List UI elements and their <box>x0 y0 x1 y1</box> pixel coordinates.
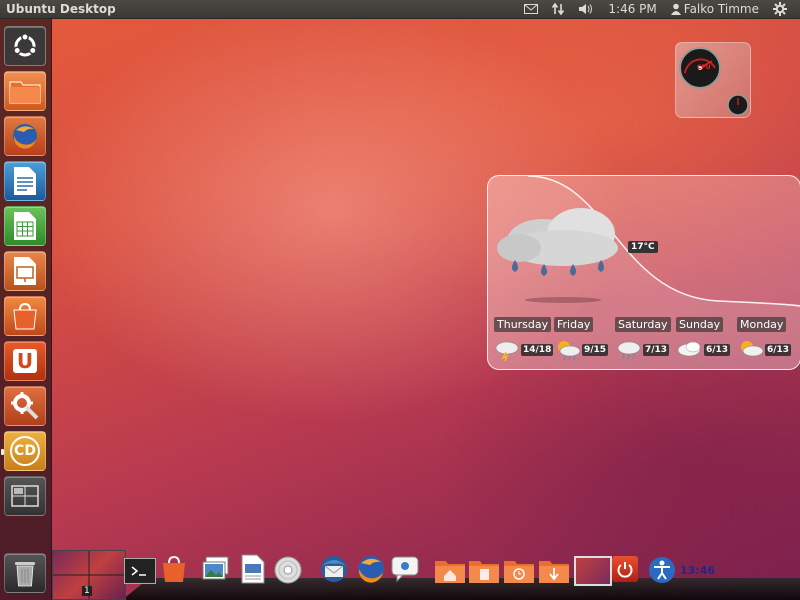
top-panel: Ubuntu Desktop 1:46 PM Falko Timme <box>0 0 800 19</box>
rain-cloud-icon <box>497 208 618 303</box>
power-symbol-icon <box>617 562 633 578</box>
folder-icon <box>9 81 41 104</box>
launcher-libreoffice-impress[interactable] <box>4 251 46 291</box>
forecast-day-label: Sunday <box>676 317 724 332</box>
ubuntu-logo-icon <box>13 33 37 57</box>
universal-access-icon <box>649 557 675 583</box>
launcher-libreoffice-calc[interactable] <box>4 206 46 246</box>
workspace-number: 1 <box>82 586 92 596</box>
forecast-temperature: 7/13 <box>643 344 670 356</box>
session-gear-icon[interactable] <box>766 0 794 19</box>
launcher-system-settings[interactable] <box>4 386 46 426</box>
folder-download-icon <box>539 561 569 583</box>
launcher-software-center[interactable] <box>4 296 46 336</box>
desktop-preview-icon[interactable] <box>574 556 612 586</box>
user-icon <box>670 3 681 15</box>
forecast-day-label: Saturday <box>615 317 671 332</box>
trash-icon <box>15 562 35 587</box>
launcher-dash-home[interactable] <box>4 26 46 66</box>
volume-icon[interactable] <box>571 0 601 19</box>
calc-icon <box>14 212 36 240</box>
launcher-files[interactable] <box>4 71 46 111</box>
sun-rain-icon <box>558 341 581 361</box>
forecast-temperature: 6/13 <box>704 344 731 356</box>
indicator-area: 1:46 PM Falko Timme <box>517 0 800 19</box>
user-indicator[interactable]: Falko Timme <box>664 0 766 19</box>
home-folder-icon[interactable] <box>434 558 466 584</box>
forecast-day-label: Monday <box>737 317 787 332</box>
software-center-icon[interactable] <box>160 554 188 584</box>
impress-icon <box>14 257 36 285</box>
launcher-firefox[interactable] <box>4 116 46 156</box>
launcher: U CD <box>0 19 52 600</box>
shopping-bag-icon <box>163 555 185 582</box>
folder-home-icon <box>435 561 465 583</box>
forecast-day-label: Thursday <box>494 317 552 332</box>
document-viewer-icon[interactable] <box>240 554 266 584</box>
dock-clock: 13:46 <box>680 564 716 577</box>
speech-bubble-icon <box>391 556 419 582</box>
disc-icon[interactable] <box>274 556 302 584</box>
cpu-gauge-icon <box>679 47 749 116</box>
photos-icon <box>202 556 229 580</box>
shopping-bag-icon <box>13 302 37 330</box>
thunderstorm-icon <box>495 341 519 361</box>
image-viewer-icon[interactable] <box>202 556 232 582</box>
cd-disc-icon <box>274 556 302 584</box>
user-name: Falko Timme <box>683 2 759 16</box>
window-title: Ubuntu Desktop <box>6 2 116 16</box>
folder-clock-icon <box>504 561 534 583</box>
launcher-trash[interactable] <box>4 553 46 593</box>
weather-widget[interactable]: 17°C Thursday Friday Saturday Sunday Mon… <box>487 175 800 370</box>
recent-folder-icon[interactable] <box>503 558 535 584</box>
cloudy-icon <box>677 341 701 357</box>
forecast-temperature: 9/15 <box>582 344 609 356</box>
cpu-gauge-label: CPU <box>697 64 711 71</box>
network-icon[interactable] <box>545 0 571 19</box>
launcher-ubuntu-one[interactable]: U <box>4 341 46 381</box>
launcher-libreoffice-writer[interactable] <box>4 161 46 201</box>
forecast-temperature: 6/13 <box>765 344 792 356</box>
document-icon <box>241 554 265 584</box>
cd-icon: CD <box>10 436 40 466</box>
folder-documents-icon <box>469 561 499 583</box>
accessibility-icon[interactable] <box>648 556 676 584</box>
mail-icon[interactable] <box>517 0 545 19</box>
sun-cloud-icon <box>741 341 764 357</box>
downloads-folder-icon[interactable] <box>538 558 570 584</box>
dock: 1 13:46 <box>52 548 800 600</box>
ubuntu-one-icon: U <box>13 349 37 373</box>
power-icon[interactable] <box>612 556 638 582</box>
clock-indicator[interactable]: 1:46 PM <box>601 0 663 19</box>
running-indicator <box>1 449 4 455</box>
launcher-workspace-switcher[interactable] <box>4 476 46 516</box>
firefox-icon <box>13 124 37 149</box>
settings-wrench-icon <box>11 392 39 420</box>
rain-icon <box>617 341 641 360</box>
thunderbird-icon[interactable] <box>318 554 350 584</box>
documents-folder-icon[interactable] <box>468 558 500 584</box>
writer-icon <box>14 167 36 195</box>
firefox-logo-icon <box>358 556 384 583</box>
prompt-glyph-icon <box>131 566 146 576</box>
terminal-icon[interactable] <box>124 558 156 584</box>
current-temperature: 17°C <box>628 241 658 253</box>
launcher-cd-burner[interactable]: CD <box>1 431 46 471</box>
forecast-day-label: Friday <box>554 317 594 332</box>
cpu-gauge-widget[interactable]: CPU <box>675 42 751 118</box>
mail-bird-icon <box>321 556 347 582</box>
forecast-temperature: 14/18 <box>521 344 554 356</box>
workspace-icon <box>11 485 39 507</box>
chat-icon[interactable] <box>390 556 420 582</box>
firefox-icon[interactable] <box>355 554 387 584</box>
